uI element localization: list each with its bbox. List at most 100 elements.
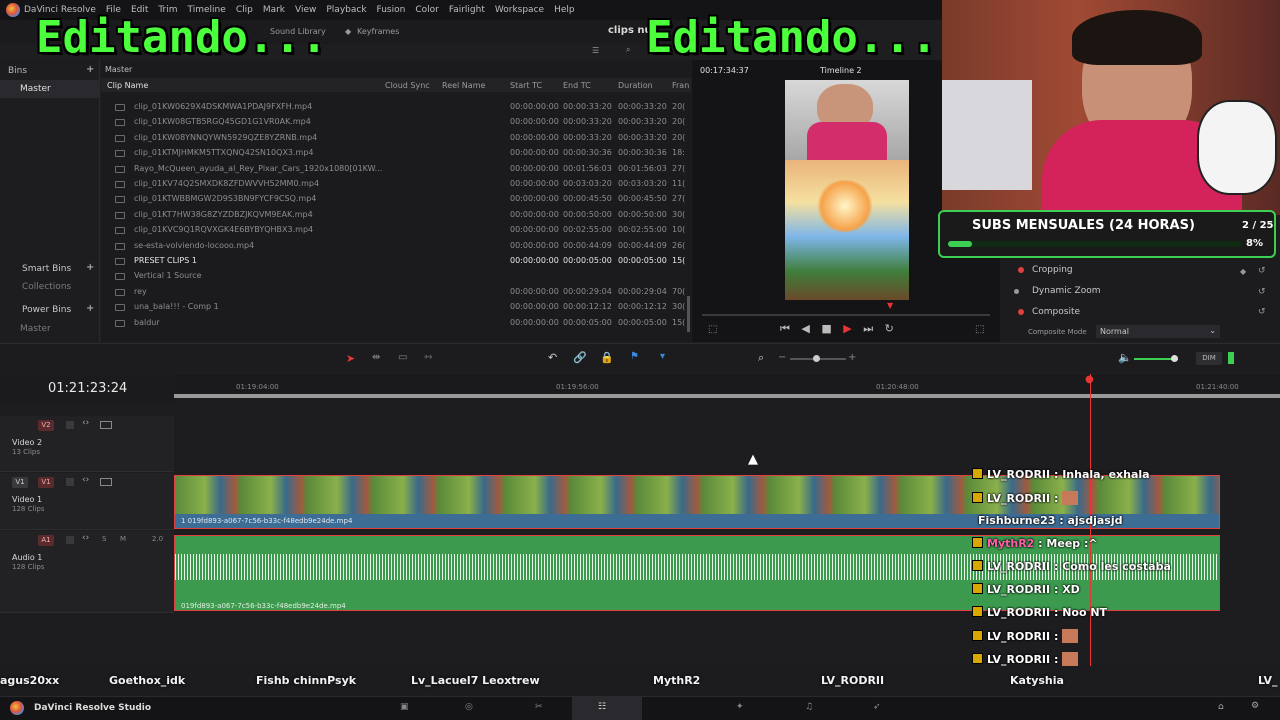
trim-tool-icon[interactable]: ⇹ xyxy=(372,352,380,363)
track-id-a1[interactable]: A1 xyxy=(38,535,54,546)
col-start-tc[interactable]: Start TC xyxy=(510,81,542,90)
list-view-icon[interactable]: ☰ xyxy=(592,46,599,55)
page-deliver-icon[interactable]: ➶ xyxy=(873,702,881,712)
col-end-tc[interactable]: End TC xyxy=(563,81,591,90)
clip-row[interactable]: Rayo_McQueen_ayuda_al_Rey_Pixar_Cars_192… xyxy=(101,162,691,177)
inspector-composite[interactable]: Composite xyxy=(1032,307,1080,317)
marker-icon[interactable]: ▾ xyxy=(660,351,665,362)
blade-tool-icon[interactable]: ▭ xyxy=(398,352,407,363)
menu-help[interactable]: Help xyxy=(554,5,575,15)
bin-master[interactable]: Master xyxy=(0,80,100,98)
keyframes-icon[interactable]: ◆ xyxy=(345,27,351,36)
link-icon[interactable]: 🔗 xyxy=(573,351,587,364)
reset-composite-icon[interactable]: ↺ xyxy=(1258,307,1266,317)
lock-icon[interactable]: 🔒 xyxy=(600,351,614,364)
step-back-icon[interactable]: ◀ xyxy=(801,322,809,335)
a1-lock-icon[interactable] xyxy=(66,536,74,544)
dynamic-zoom-toggle[interactable] xyxy=(1014,289,1019,294)
page-cut2-icon[interactable]: ✂ xyxy=(535,702,543,712)
track-source-v1[interactable]: V1 xyxy=(12,477,28,488)
zoom-slider-handle[interactable] xyxy=(813,355,820,362)
viewer-scrubber[interactable] xyxy=(702,314,990,316)
inspector-dynamic-zoom[interactable]: Dynamic Zoom xyxy=(1032,286,1101,296)
col-reel-name[interactable]: Reel Name xyxy=(442,81,485,90)
page-edit-tab[interactable] xyxy=(572,697,642,720)
a1-auto-select-icon[interactable]: ‹› xyxy=(82,533,89,543)
volume-slider-handle[interactable] xyxy=(1171,355,1178,362)
clip-row[interactable]: clip_01KTWBBMGW2D9S3BN9FYCF9CSQ.mp4 00:00… xyxy=(101,192,691,207)
timeline-ruler[interactable]: 01:19:04:00 01:19:56:00 01:20:48:00 01:2… xyxy=(174,374,1280,398)
cropping-toggle[interactable] xyxy=(1018,267,1024,273)
skip-end-icon[interactable]: ⏭ xyxy=(863,322,873,335)
col-clip-name[interactable]: Clip Name xyxy=(107,81,148,90)
add-smart-bin-icon[interactable]: + xyxy=(86,262,94,273)
composite-mode-select[interactable]: Normal ⌄ xyxy=(1096,325,1220,338)
a1-solo-button[interactable]: S xyxy=(102,535,106,543)
track-header-a1[interactable]: A1 ‹› S M 2.0 Audio 1 128 Clips xyxy=(0,531,174,613)
reset-icon[interactable]: ↺ xyxy=(1258,266,1266,276)
page-cut-icon[interactable]: ◎ xyxy=(465,702,473,712)
search-icon[interactable]: ⌕ xyxy=(626,45,630,55)
menu-fairlight[interactable]: Fairlight xyxy=(449,5,485,15)
zoom-in-icon[interactable]: + xyxy=(848,352,856,363)
v1-disable-icon[interactable] xyxy=(100,478,112,486)
clip-row[interactable]: se-esta-volviendo-locooo.mp4 00:00:00:00 0… xyxy=(101,239,691,254)
page-edit-icon[interactable]: ☷ xyxy=(598,702,606,712)
v1-auto-select-icon[interactable]: ‹› xyxy=(82,475,89,485)
clip-row[interactable]: baldur 00:00:00:00 00:00:05:00 00:00:05:00 1… xyxy=(101,316,691,331)
add-power-bin-icon[interactable]: + xyxy=(86,303,94,314)
menu-color[interactable]: Color xyxy=(415,5,439,15)
settings-gear-icon[interactable]: ⚙ xyxy=(1251,701,1259,711)
menu-fusion[interactable]: Fusion xyxy=(377,5,406,15)
menu-workspace[interactable]: Workspace xyxy=(495,5,544,15)
snapping-icon[interactable]: ↶ xyxy=(548,351,557,364)
clip-row[interactable]: Vertical 1 Source xyxy=(101,269,691,284)
add-bin-icon[interactable]: + xyxy=(86,64,94,75)
keyframe-diamond-icon[interactable]: ◆ xyxy=(1240,267,1246,276)
v2-disable-icon[interactable] xyxy=(100,421,112,429)
composite-toggle[interactable] xyxy=(1018,309,1024,315)
zoom-icon[interactable]: ⌕ xyxy=(758,351,764,365)
pool-scrollbar[interactable] xyxy=(687,296,690,332)
clip-row[interactable]: rey 00:00:00:00 00:00:29:04 00:00:29:04 70( xyxy=(101,285,691,300)
menu-playback[interactable]: Playback xyxy=(326,5,366,15)
playhead-handle-icon[interactable]: ● xyxy=(1085,374,1094,385)
power-master-item[interactable]: Master xyxy=(0,320,100,338)
viewer-options-icon[interactable]: ⬚ xyxy=(975,324,984,335)
home-icon[interactable]: ⌂ xyxy=(1218,702,1224,712)
col-duration[interactable]: Duration xyxy=(618,81,653,90)
clip-row[interactable]: clip_01KT7HW38G8ZYZDBZJKQVM9EAK.mp4 00:00… xyxy=(101,208,691,223)
v2-auto-select-icon[interactable]: ‹› xyxy=(82,418,89,428)
track-header-v2[interactable]: V2 ‹› Video 2 13 Clips xyxy=(0,416,174,472)
v1-lock-icon[interactable] xyxy=(66,478,74,486)
dim-button[interactable]: DIM xyxy=(1196,352,1222,365)
zoom-out-icon[interactable]: − xyxy=(778,352,786,363)
a1-mute-button[interactable]: M xyxy=(120,535,126,543)
collections-item[interactable]: Collections xyxy=(0,278,100,296)
track-id-v2[interactable]: V2 xyxy=(38,420,54,431)
track-id-v1[interactable]: V1 xyxy=(38,477,54,488)
timeline-name[interactable]: Timeline 2 xyxy=(820,66,862,75)
inspector-cropping[interactable]: Cropping xyxy=(1032,265,1073,275)
clip-row[interactable]: clip_01KW08GTB5RGQ45GD1G1VR0AK.mp4 00:00:… xyxy=(101,115,691,130)
viewer-playhead-icon[interactable]: ▼ xyxy=(887,301,893,310)
safe-area-icon[interactable]: ⬚ xyxy=(708,324,717,335)
flag-icon[interactable]: ⚑ xyxy=(630,351,639,362)
speaker-icon[interactable]: 🔈 xyxy=(1118,351,1132,364)
page-media-icon[interactable]: ▣ xyxy=(400,702,409,712)
col-cloud-sync[interactable]: Cloud Sync xyxy=(385,81,430,90)
reset-zoom-icon[interactable]: ↺ xyxy=(1258,287,1266,297)
power-bins-header[interactable]: Power Bins xyxy=(0,301,100,319)
clip-row[interactable]: una_bala!!! - Comp 1 00:00:00:00 00:00:12:… xyxy=(101,300,691,315)
loop-icon[interactable]: ↻ xyxy=(885,322,894,335)
skip-start-icon[interactable]: ⏮ xyxy=(780,322,790,335)
stop-icon[interactable]: ■ xyxy=(821,322,831,335)
selection-tool-icon[interactable]: ➤ xyxy=(346,352,355,365)
page-fusion-icon[interactable]: ✦ xyxy=(736,702,744,712)
clip-row[interactable]: PRESET CLIPS 1 00:00:00:00 00:00:05:00 00:0… xyxy=(101,254,691,269)
col-frames[interactable]: Fran xyxy=(672,81,689,90)
smart-bins-header[interactable]: Smart Bins xyxy=(0,260,100,278)
clip-row[interactable]: clip_01KW0629X4DSKMWA1PDAJ9FXFH.mp4 00:00… xyxy=(101,100,691,115)
v2-lock-icon[interactable] xyxy=(66,421,74,429)
page-fairlight-icon[interactable]: ♫ xyxy=(805,702,813,712)
